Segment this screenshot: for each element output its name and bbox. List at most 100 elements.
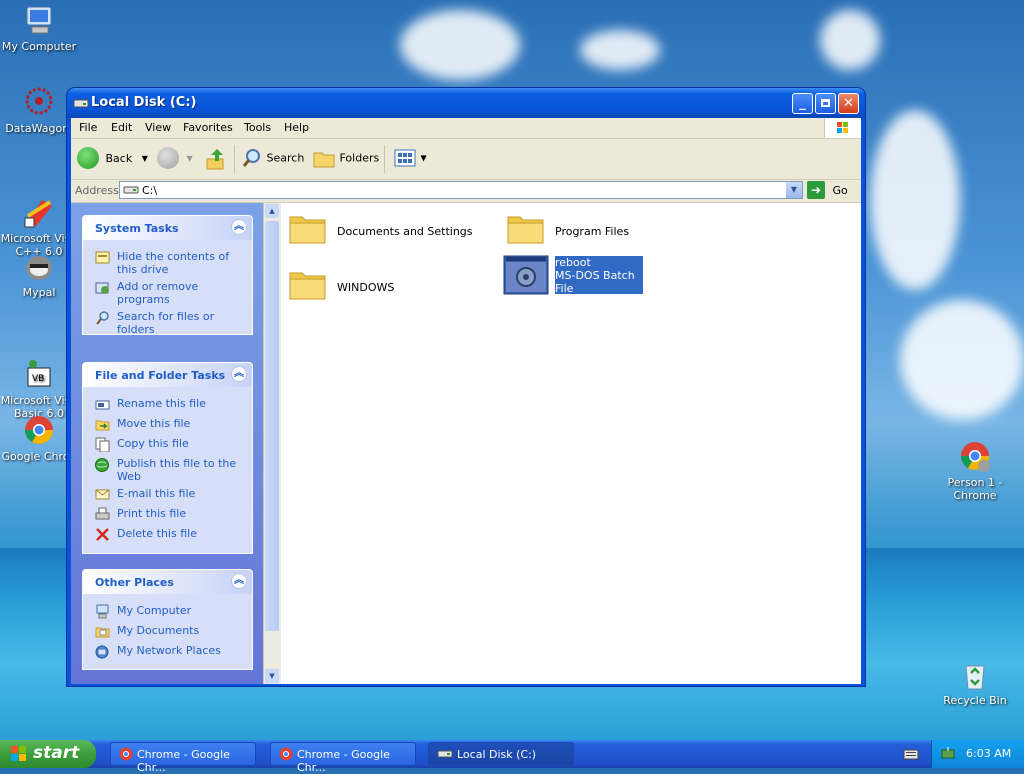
file-folder-tasks-header[interactable]: File and Folder Tasks ︽ [83, 363, 252, 387]
task-hide-contents[interactable]: Hide the contents of this drive [95, 250, 245, 276]
task-label: Add or remove programs [117, 280, 199, 306]
file-folder-tasks-panel: File and Folder Tasks ︽ Rename this file… [82, 362, 253, 554]
folder-icon [289, 272, 326, 300]
close-button[interactable]: ✕ [838, 93, 859, 114]
address-label: Address [75, 184, 119, 197]
menu-help[interactable]: Help [284, 121, 309, 134]
window-titlebar[interactable]: Local Disk (C:) _ ✕ [67, 88, 865, 118]
collapse-icon[interactable]: ︽ [231, 366, 247, 382]
copy-icon [95, 437, 110, 452]
safely-remove-hardware-icon[interactable] [940, 746, 956, 762]
menu-edit[interactable]: Edit [111, 121, 132, 134]
scroll-thumb[interactable] [265, 221, 279, 631]
place-label: My Documents [117, 624, 200, 637]
back-button[interactable]: Back ▼ [77, 147, 148, 171]
taskbar-item-chrome-2[interactable]: Chrome - Google Chr... [270, 742, 416, 774]
file-item-windows[interactable]: WINDOWS [289, 267, 489, 307]
folders-button[interactable]: Folders [312, 147, 379, 171]
up-folder-icon [206, 149, 224, 170]
email-icon [95, 489, 110, 500]
taskbar-item-chrome-1[interactable]: Chrome - Google Chr... [110, 742, 256, 774]
file-name: Program Files [555, 225, 630, 238]
place-my-documents[interactable]: My Documents [95, 624, 245, 638]
taskbar-item-label: Chrome - Google Chr... [137, 748, 230, 774]
keyboard-icon[interactable] [903, 747, 919, 764]
panel-title: File and Folder Tasks [95, 369, 226, 382]
search-label: Search [266, 151, 305, 165]
collapse-icon[interactable]: ︽ [231, 219, 247, 235]
search-button[interactable]: Search [241, 147, 304, 171]
file-name: reboot [555, 256, 591, 269]
rename-icon [95, 400, 110, 410]
address-bar: Address C:\ ▼ ➜ Go [71, 180, 861, 203]
folder-icon [289, 216, 326, 244]
minimize-button[interactable]: _ [792, 93, 813, 114]
desktop-icon-person1-chrome[interactable]: Person 1 - Chrome [936, 414, 1014, 502]
address-dropdown-icon[interactable]: ▼ [786, 182, 802, 198]
task-pane-scrollbar[interactable]: ▲ ▼ [263, 203, 281, 684]
taskbar-item-local-disk[interactable]: Local Disk (C:) [428, 742, 574, 766]
menu-tools[interactable]: Tools [244, 121, 271, 134]
task-publish-web[interactable]: Publish this file to the Web [95, 457, 245, 483]
views-button[interactable]: ▼ [393, 147, 427, 171]
system-tasks-header[interactable]: System Tasks ︽ [83, 216, 252, 240]
task-search-files[interactable]: Search for files or folders [95, 310, 245, 336]
task-copy-file[interactable]: Copy this file [95, 437, 245, 452]
start-button[interactable]: start [0, 740, 96, 768]
start-label: start [33, 743, 80, 763]
folders-label: Folders [339, 151, 380, 165]
task-email-file[interactable]: E-mail this file [95, 487, 245, 500]
task-label: E-mail this file [117, 487, 196, 500]
file-item-documents-and-settings[interactable]: Documents and Settings [289, 211, 489, 251]
documents-folder-icon [95, 627, 110, 638]
task-label: Search for files or folders [117, 310, 215, 336]
menu-view[interactable]: View [145, 121, 171, 134]
desktop-icon-recycle-bin[interactable]: Recycle Bin [936, 658, 1014, 707]
task-delete-file[interactable]: Delete this file [95, 527, 245, 541]
move-icon [95, 420, 110, 431]
drive-icon [123, 186, 139, 194]
desktop-icon-label: My Computer [1, 40, 77, 53]
place-my-computer[interactable]: My Computer [95, 604, 245, 619]
computer-icon [22, 4, 56, 38]
task-print-file[interactable]: Print this file [95, 507, 245, 520]
address-input[interactable]: C:\ ▼ [119, 181, 803, 199]
menu-file[interactable]: File [79, 121, 97, 134]
system-tasks-panel: System Tasks ︽ Hide the contents of this… [82, 215, 253, 336]
desktop-icon-label: Google Chron [1, 450, 77, 463]
maximize-icon [821, 99, 830, 107]
menu-favorites[interactable]: Favorites [183, 121, 233, 134]
desktop-icon-my-computer[interactable]: My Computer [0, 4, 78, 53]
clock[interactable]: 6:03 AM [966, 747, 1011, 760]
desktop-icon-label: Recycle Bin [943, 694, 1007, 707]
scroll-down-icon[interactable]: ▼ [265, 669, 279, 683]
batch-file-icon [503, 255, 549, 295]
chrome-icon [279, 747, 293, 761]
forward-button[interactable]: ▼ [157, 147, 193, 171]
desktop-icon-label: DataWagon. [5, 122, 73, 135]
up-folder-button[interactable] [205, 147, 229, 171]
task-label: Delete this file [117, 527, 197, 540]
task-rename-file[interactable]: Rename this file [95, 397, 245, 410]
drive-icon [437, 750, 453, 758]
task-label: Hide the contents of this drive [117, 250, 230, 276]
file-item-reboot[interactable]: reboot MS-DOS Batch File 1 KB [503, 255, 648, 308]
go-button[interactable]: ➜ Go [807, 181, 848, 201]
publish-web-icon [95, 458, 109, 472]
task-move-file[interactable]: Move this file [95, 417, 245, 431]
place-my-network-places[interactable]: My Network Places [95, 644, 245, 659]
task-add-remove-programs[interactable]: Add or remove programs [95, 280, 245, 306]
toolbar: Back ▼ ▼ Search Folders ▼ [71, 139, 861, 180]
maximize-button[interactable] [815, 93, 836, 114]
task-label: Print this file [117, 507, 187, 520]
recycle-bin-icon [958, 658, 992, 692]
datawagon-icon [22, 86, 56, 120]
scroll-up-icon[interactable]: ▲ [265, 204, 279, 218]
other-places-header[interactable]: Other Places ︽ [83, 570, 252, 594]
svg-text:VB: VB [32, 374, 44, 384]
collapse-icon[interactable]: ︽ [231, 573, 247, 589]
windows-flag-icon [11, 746, 26, 761]
go-label: Go [832, 183, 848, 197]
visual-basic-icon: VB [22, 345, 56, 387]
file-item-program-files[interactable]: Program Files [507, 211, 707, 251]
